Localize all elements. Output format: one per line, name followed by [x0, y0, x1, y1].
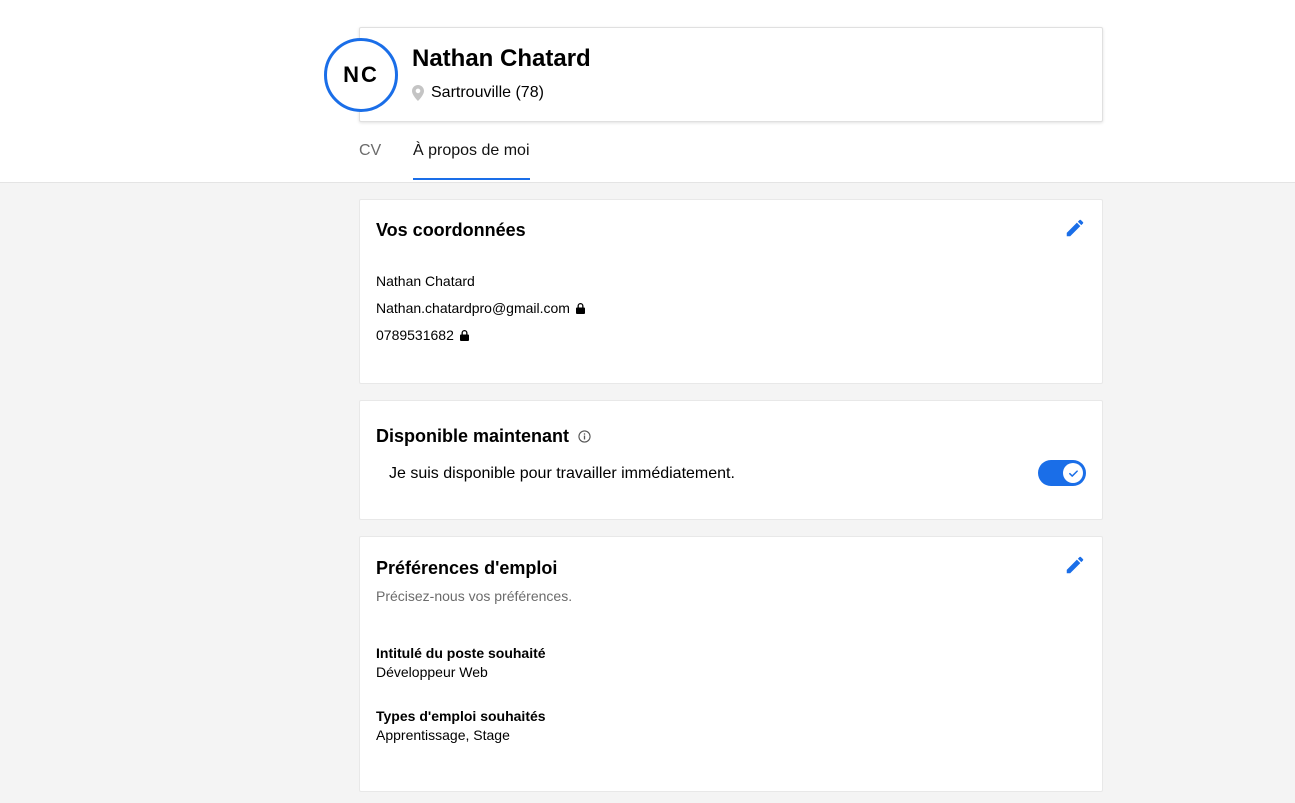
profile-card	[359, 27, 1103, 122]
job-preferences-card: Préférences d'emploi Précisez-nous vos p…	[359, 536, 1103, 792]
contact-email-text: Nathan.chatardpro@gmail.com	[376, 300, 570, 316]
job-title-label: Intitulé du poste souhaité	[376, 645, 546, 661]
availability-text: Je suis disponible pour travailler imméd…	[389, 465, 735, 482]
tab-cv[interactable]: CV	[359, 142, 381, 178]
location-pin-icon	[412, 85, 424, 101]
job-types-value: Apprentissage, Stage	[376, 727, 510, 743]
lock-icon	[575, 302, 585, 314]
availability-card-title: Disponible maintenant	[376, 426, 591, 447]
preferences-subtitle: Précisez-nous vos préférences.	[376, 588, 573, 604]
tab-about-me[interactable]: À propos de moi	[413, 142, 530, 180]
contact-card: Vos coordonnées Nathan Chatard Nathan.ch…	[359, 199, 1103, 384]
location-text: Sartrouville (78)	[431, 84, 544, 101]
availability-toggle[interactable]	[1038, 460, 1086, 486]
availability-title-text: Disponible maintenant	[376, 426, 570, 446]
edit-pencil-icon[interactable]	[1064, 217, 1086, 239]
lock-icon	[459, 329, 469, 341]
contact-phone-text: 0789531682	[376, 327, 454, 343]
profile-header: NC Nathan Chatard Sartrouville (78) CV À…	[0, 0, 1295, 183]
availability-card: Disponible maintenant Je suis disponible…	[359, 400, 1103, 520]
toggle-knob	[1063, 463, 1083, 483]
job-types-label: Types d'emploi souhaités	[376, 708, 546, 724]
contact-name: Nathan Chatard	[376, 273, 475, 289]
preferences-card-title: Préférences d'emploi	[376, 558, 558, 578]
contact-name-text: Nathan Chatard	[376, 273, 475, 289]
job-title-value: Développeur Web	[376, 664, 488, 680]
info-icon[interactable]	[578, 430, 591, 443]
contact-phone: 0789531682	[376, 327, 469, 343]
profile-name: Nathan Chatard	[412, 45, 591, 72]
profile-location: Sartrouville (78)	[412, 84, 544, 102]
avatar: NC	[324, 38, 398, 112]
contact-card-title: Vos coordonnées	[376, 220, 526, 240]
edit-pencil-icon[interactable]	[1064, 554, 1086, 576]
check-icon	[1068, 469, 1078, 477]
contact-email: Nathan.chatardpro@gmail.com	[376, 300, 585, 316]
